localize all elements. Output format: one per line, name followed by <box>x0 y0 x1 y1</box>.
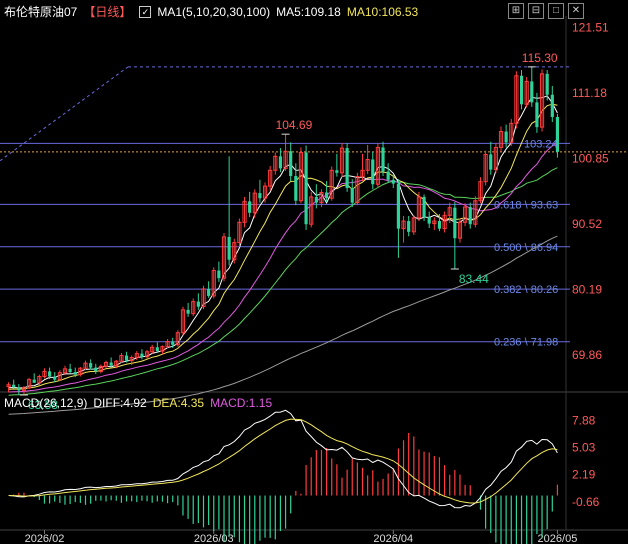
price-axis-tick: 121.51 <box>572 20 609 34</box>
ma-toggle-checkbox[interactable]: ✓ <box>139 5 152 18</box>
candle-body <box>325 192 329 199</box>
candle-body <box>32 379 36 383</box>
candle-body <box>53 376 57 380</box>
maximize-icon[interactable]: □ <box>548 3 564 19</box>
candle-body <box>12 384 16 388</box>
candle-body <box>196 301 200 307</box>
candle-body <box>545 73 549 95</box>
macd-header: MACD(26,12,9) DIFF:4.92 DEA:4.35 MACD:1.… <box>4 396 272 410</box>
period-selector[interactable]: 【日线】 <box>83 3 131 20</box>
candle-body <box>124 355 129 361</box>
candle-body <box>109 362 113 366</box>
high-label: 115.30 <box>522 51 558 65</box>
candle-body <box>294 175 298 201</box>
candle-body <box>519 75 524 105</box>
time-axis-tick: 2026/04 <box>373 533 413 544</box>
candle-body <box>489 154 493 170</box>
candle-body <box>289 151 293 176</box>
candle-body <box>535 102 539 128</box>
macd-dea-value: DEA:4.35 <box>152 396 205 410</box>
candle-body <box>171 341 175 345</box>
level-label: 0.236 \ 71.98 <box>494 337 558 349</box>
price-axis-tick: 80.19 <box>572 283 602 297</box>
macd-dea-line <box>8 418 558 504</box>
level-label: 0.382 \ 80.26 <box>494 284 558 296</box>
candle-body <box>207 288 211 296</box>
candle-body <box>504 131 508 143</box>
chart-header: 布伦特原油07 【日线】 ✓ MA1(5,10,20,30,100) MA5:1… <box>4 3 418 20</box>
macd-axis-tick: 5.03 <box>572 441 596 455</box>
time-axis-tick: 2026/03 <box>194 533 234 544</box>
macd-axis-tick: -0.66 <box>572 495 600 509</box>
ma20-line <box>8 141 558 393</box>
split-view-icon[interactable]: ⊟ <box>528 3 544 19</box>
candle-body <box>437 221 442 229</box>
chart-canvas: 121.51 111.18 100.85 90.52 80.19 69.86 103.24 0… <box>0 16 628 544</box>
candle-body <box>345 148 349 189</box>
ma5-line <box>8 95 558 389</box>
ma100-line <box>8 235 558 415</box>
candle-body <box>314 196 318 203</box>
candle-body <box>48 371 52 377</box>
candle-body <box>258 193 262 199</box>
macd-settings-label[interactable]: MACD(26,12,9) <box>4 396 87 410</box>
candle-body <box>530 81 534 103</box>
ma5-value: MA5:109.18 <box>276 4 341 19</box>
price-axis-tick: 111.18 <box>572 86 607 100</box>
candle-body <box>73 372 77 375</box>
time-axis-tick: 2026/02 <box>25 533 65 544</box>
candle-body <box>391 179 395 184</box>
price-axis-tick: 69.86 <box>572 348 602 362</box>
candle-body <box>386 171 390 180</box>
close-icon[interactable]: ✕ <box>568 3 584 19</box>
ma10-value: MA10:106.53 <box>346 4 419 19</box>
candle-body <box>94 367 98 372</box>
candle-body <box>422 196 426 218</box>
macd-hist-value: MACD:1.15 <box>210 396 273 410</box>
instrument-title: 布伦特原油07 <box>4 5 78 19</box>
candle-body <box>396 183 401 229</box>
candle-body <box>155 347 159 352</box>
candle-body <box>371 159 375 185</box>
candle-body <box>381 147 385 172</box>
high-label: 104.69 <box>276 118 313 132</box>
candle-body <box>427 217 431 224</box>
low-label: 83.44 <box>459 272 489 286</box>
ma-settings-label[interactable]: MA1(5,10,20,30,100) <box>157 5 270 19</box>
candle-body <box>468 207 472 225</box>
level-label: 0.618 \ 93.63 <box>494 199 558 211</box>
macd-diff-value: DIFF:4.92 <box>93 396 147 410</box>
candle-body <box>453 207 457 239</box>
candle-body <box>350 188 354 203</box>
candle-body <box>68 368 72 373</box>
time-axis-tick: 2026/05 <box>538 533 578 544</box>
window-buttons: ⊞ ⊟ □ ✕ <box>508 3 584 19</box>
candle-body <box>407 221 411 232</box>
candle-body <box>550 94 554 117</box>
candle-body <box>248 201 252 213</box>
candle-body <box>227 236 231 260</box>
macd-axis-tick: 2.19 <box>572 468 596 482</box>
candle-body <box>278 156 283 169</box>
candle-body <box>335 170 339 173</box>
candle-body <box>304 152 308 225</box>
diagonal-trend-line <box>0 66 129 162</box>
candle-body <box>89 363 93 368</box>
price-axis-tick: 90.52 <box>572 217 602 231</box>
candle-body <box>140 353 144 357</box>
price-axis-tick: 100.85 <box>572 152 609 166</box>
level-label: 103.24 <box>524 138 558 150</box>
level-label: 0.500 \ 86.94 <box>494 242 558 254</box>
grid-layout-icon[interactable]: ⊞ <box>508 3 524 19</box>
candle-body <box>186 309 190 314</box>
macd-diff-line <box>8 409 558 509</box>
macd-axis-tick: 7.88 <box>572 414 596 428</box>
candle-body <box>17 387 21 391</box>
candle-body <box>217 270 221 279</box>
